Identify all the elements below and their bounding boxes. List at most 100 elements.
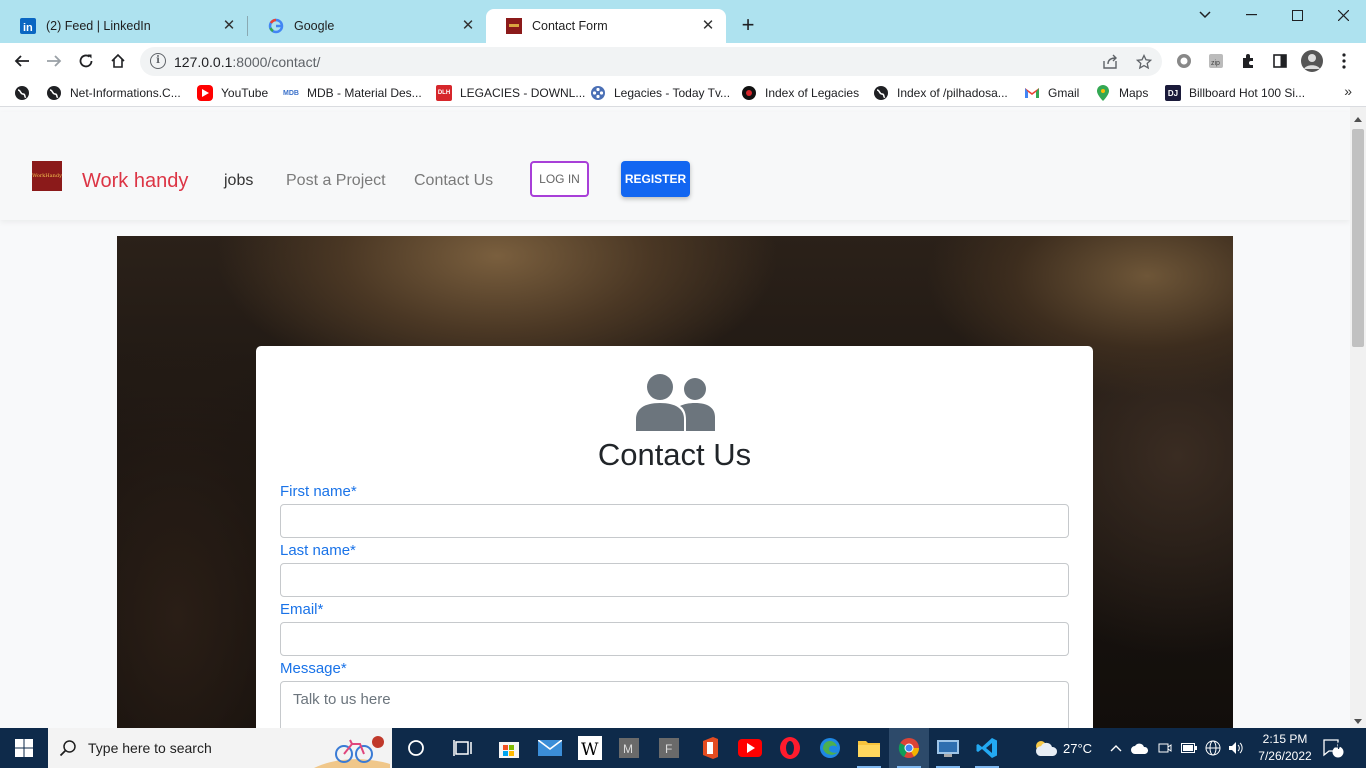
bookmark-item[interactable]: Maps <box>1095 84 1148 102</box>
battery-icon[interactable] <box>1181 728 1197 768</box>
site-logo[interactable]: WorkHandy <box>32 161 62 191</box>
chrome-icon[interactable] <box>889 728 929 768</box>
app-m-icon[interactable]: M <box>609 728 649 768</box>
bookmarks-apps-globe[interactable] <box>14 84 38 102</box>
bookmark-item[interactable]: Gmail <box>1024 84 1079 102</box>
site-info-icon[interactable]: i <box>150 53 166 69</box>
svg-text:W: W <box>581 740 599 760</box>
meet-now-icon[interactable] <box>1158 728 1172 768</box>
globe-icon <box>14 85 30 101</box>
bookmark-label: Net-Informations.C... <box>70 86 181 100</box>
close-window-button[interactable] <box>1320 0 1366 30</box>
microsoft-store-icon[interactable] <box>489 728 529 768</box>
bookmark-label: Maps <box>1119 86 1149 100</box>
bookmarks-overflow-button[interactable]: » <box>1344 83 1352 99</box>
new-tab-button[interactable]: + <box>738 14 758 36</box>
profile-avatar[interactable] <box>1300 49 1324 73</box>
globe-icon <box>46 85 62 101</box>
url-text: 127.0.0.1:8000/contact/ <box>174 54 320 70</box>
weather-widget[interactable]: 27°C <box>1032 728 1092 768</box>
windows-start-icon[interactable] <box>0 728 48 768</box>
cortana-icon[interactable] <box>396 728 436 768</box>
side-panel-icon[interactable] <box>1268 49 1292 73</box>
bookmark-star-icon[interactable] <box>1134 52 1154 72</box>
tab-title: Contact Form <box>532 19 608 33</box>
scrollbar-thumb[interactable] <box>1352 129 1364 347</box>
office-icon[interactable] <box>690 728 730 768</box>
browser-toolbar: i 127.0.0.1:8000/contact/ zip <box>0 43 1366 79</box>
wikipedia-icon[interactable]: W <box>570 728 610 768</box>
site-navbar: WorkHandy Work handy jobs Post a Project… <box>0 112 1350 220</box>
gmail-icon <box>1024 85 1040 101</box>
app-f-icon[interactable]: F <box>649 728 689 768</box>
bookmark-item[interactable]: Legacies - Today Tv... <box>590 84 730 102</box>
task-view-icon[interactable] <box>443 728 483 768</box>
brand-link[interactable]: Work handy <box>82 170 188 193</box>
logo-text: WorkHandy <box>32 173 62 179</box>
youtube-app-icon[interactable] <box>730 728 770 768</box>
notification-center-icon[interactable]: 4 <box>1322 728 1344 768</box>
svg-text:zip: zip <box>1211 60 1220 67</box>
mail-icon[interactable] <box>530 728 570 768</box>
bookmark-label: Index of /pilhadosa... <box>897 86 1008 100</box>
back-arrow-icon[interactable] <box>10 49 34 73</box>
close-tab-icon[interactable]: ✕ <box>460 18 476 34</box>
forward-arrow-icon[interactable] <box>42 49 66 73</box>
network-globe-icon[interactable] <box>1205 728 1221 768</box>
reload-icon[interactable] <box>74 49 98 73</box>
register-button[interactable]: REGISTER <box>621 161 690 197</box>
bookmark-item[interactable]: Net-Informations.C... <box>46 84 181 102</box>
first-name-input[interactable] <box>280 504 1069 538</box>
vscode-icon[interactable] <box>967 728 1007 768</box>
nav-link-post-project[interactable]: Post a Project <box>286 172 386 190</box>
chrome-menu-icon[interactable] <box>1332 49 1356 73</box>
close-tab-icon[interactable]: ✕ <box>700 18 716 34</box>
close-tab-icon[interactable]: ✕ <box>221 18 237 34</box>
file-explorer-icon[interactable] <box>849 728 889 768</box>
extension-zip-icon[interactable]: zip <box>1204 49 1228 73</box>
control-panel-icon[interactable] <box>928 728 968 768</box>
extension-globe-icon[interactable] <box>1172 49 1196 73</box>
scroll-up-arrow-icon[interactable] <box>1354 117 1362 122</box>
browser-tab-strip: in (2) Feed | LinkedIn ✕ Google ✕ Contac… <box>0 0 1366 43</box>
bookmark-item[interactable]: YouTube <box>197 84 268 102</box>
tab-linkedin[interactable]: in (2) Feed | LinkedIn ✕ <box>0 9 247 43</box>
linkedin-icon: in <box>20 18 36 34</box>
taskbar-search-box[interactable]: Type here to search <box>48 728 392 768</box>
page-scrollbar[interactable] <box>1350 107 1366 728</box>
address-bar[interactable]: i 127.0.0.1:8000/contact/ <box>140 47 1162 76</box>
tab-google[interactable]: Google ✕ <box>248 9 486 43</box>
last-name-label: Last name* <box>280 542 356 559</box>
login-button[interactable]: LOG IN <box>530 161 589 197</box>
share-icon[interactable] <box>1100 52 1120 72</box>
bookmark-item[interactable]: Index of /pilhadosa... <box>873 84 1008 102</box>
bookmark-item[interactable]: DJ Billboard Hot 100 Si... <box>1165 84 1305 102</box>
home-icon[interactable] <box>106 49 130 73</box>
edge-icon[interactable] <box>810 728 850 768</box>
cloud-sun-icon <box>1035 741 1058 756</box>
email-input[interactable] <box>280 622 1069 656</box>
tab-contact-form[interactable]: Contact Form ✕ <box>486 9 726 43</box>
tab-search-chevron-icon[interactable] <box>1182 0 1228 30</box>
globe-icon <box>873 85 889 101</box>
extensions-puzzle-icon[interactable] <box>1236 49 1260 73</box>
bookmark-item[interactable]: Index of Legacies <box>741 84 859 102</box>
nav-link-contact[interactable]: Contact Us <box>414 172 493 190</box>
bookmark-item[interactable]: MDB MDB - Material Des... <box>283 84 422 102</box>
last-name-input[interactable] <box>280 563 1069 597</box>
opera-icon[interactable] <box>770 728 810 768</box>
people-icon <box>636 374 715 431</box>
google-icon <box>268 18 284 34</box>
taskbar-clock[interactable]: 2:15 PM 7/26/2022 <box>1250 731 1320 765</box>
url-path: :8000/contact/ <box>232 54 321 70</box>
clock-time: 2:15 PM <box>1262 732 1308 746</box>
volume-icon[interactable] <box>1228 728 1244 768</box>
bookmark-item[interactable]: DLH LEGACIES - DOWNL... <box>436 84 585 102</box>
onedrive-icon[interactable] <box>1131 728 1149 768</box>
show-hidden-icons-chevron-icon[interactable] <box>1110 728 1122 768</box>
message-textarea[interactable] <box>280 681 1069 728</box>
scroll-down-arrow-icon[interactable] <box>1354 719 1362 724</box>
nav-link-jobs[interactable]: jobs <box>224 172 253 190</box>
maximize-button[interactable] <box>1274 0 1320 30</box>
minimize-button[interactable] <box>1228 0 1274 30</box>
